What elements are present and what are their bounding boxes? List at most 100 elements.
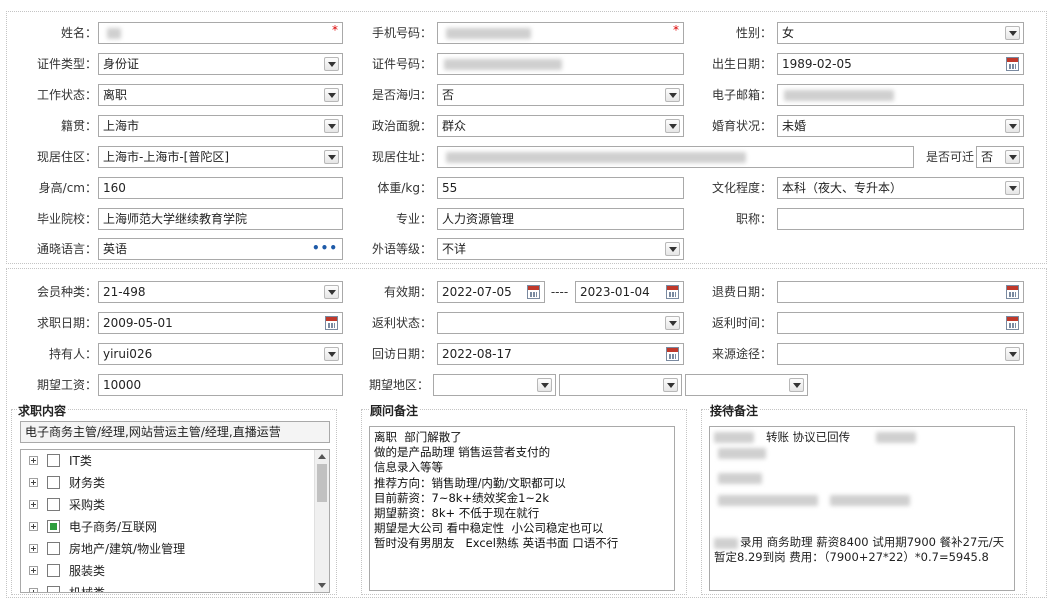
refund-date-input[interactable] (777, 281, 1024, 303)
tree-scrollbar[interactable] (314, 450, 329, 592)
calendar-icon[interactable] (666, 347, 679, 361)
expand-icon[interactable] (29, 522, 38, 531)
chevron-down-icon[interactable] (324, 57, 339, 71)
education-select[interactable]: 本科（夜大、专升本） (777, 177, 1024, 199)
expand-icon[interactable] (29, 588, 38, 592)
id-number-input[interactable] (437, 53, 684, 75)
member-type-select[interactable]: 21-498 (98, 281, 343, 303)
refund-date-label: 退费日期： (711, 285, 772, 299)
chevron-down-icon[interactable] (537, 378, 552, 392)
area-district-select[interactable] (685, 374, 808, 396)
chevron-down-icon[interactable] (1005, 26, 1020, 40)
calendar-icon[interactable] (325, 316, 338, 330)
job-tree[interactable]: IT类 财务类 采购类 电子商务/互联网 房地产/建筑/物业管理 服装类 机械类 (20, 449, 330, 593)
reception-notes-textarea[interactable]: 转账 协议已回传 录用 商务助理 薪资8400 试用期7900 餐补27元/天 … (709, 426, 1015, 591)
source-label: 来源途径： (711, 347, 772, 361)
chevron-down-icon[interactable] (324, 119, 339, 133)
chevron-down-icon[interactable] (789, 378, 804, 392)
chevron-down-icon[interactable] (1005, 150, 1020, 164)
more-options-icon[interactable]: ••• (312, 239, 338, 257)
checkbox[interactable] (47, 476, 60, 489)
id-type-select[interactable]: 身份证 (98, 53, 343, 75)
rebate-status-select[interactable] (437, 312, 684, 334)
birth-date-input[interactable]: 1989-02-05 (777, 53, 1024, 75)
calendar-icon[interactable] (1006, 285, 1019, 299)
redacted-id (444, 59, 562, 70)
redacted-text (830, 495, 910, 506)
checkbox-checked[interactable] (47, 520, 60, 533)
email-input[interactable] (777, 84, 1024, 106)
height-input[interactable]: 160 (98, 177, 343, 199)
checkbox[interactable] (47, 564, 60, 577)
holder-select[interactable]: yirui026 (98, 343, 343, 365)
scroll-up-icon[interactable] (318, 454, 326, 459)
consultant-notes-textarea[interactable]: 离职 部门解散了 做的是产品助理 销售运营者支付的 信息录入等等 推荐方向：销售… (369, 426, 675, 591)
chevron-down-icon[interactable] (1005, 181, 1020, 195)
redacted-text (714, 538, 738, 549)
marital-select[interactable]: 未婚 (777, 115, 1024, 137)
expand-icon[interactable] (29, 544, 38, 553)
checkbox[interactable] (47, 542, 60, 555)
weight-input[interactable]: 55 (437, 177, 684, 199)
relocate-select[interactable]: 否 (976, 146, 1024, 168)
expand-icon[interactable] (29, 456, 38, 465)
job-selected-field[interactable]: 电子商务主管/经理,网站营运主管/经理,直播运营 (20, 421, 330, 443)
chevron-down-icon[interactable] (665, 242, 680, 256)
residence-area-select[interactable]: 上海市-上海市-[普陀区] (98, 146, 343, 168)
chevron-down-icon[interactable] (324, 88, 339, 102)
chevron-down-icon[interactable] (1005, 119, 1020, 133)
valid-to-input[interactable]: 2023-01-04 (575, 281, 684, 303)
residence-area-label: 现居住区： (36, 150, 97, 164)
calendar-icon[interactable] (527, 285, 540, 299)
chevron-down-icon[interactable] (665, 119, 680, 133)
checkbox[interactable] (47, 586, 60, 592)
political-select[interactable]: 群众 (437, 115, 684, 137)
redacted-name (107, 28, 121, 39)
returnee-select[interactable]: 否 (437, 84, 684, 106)
visit-date-input[interactable]: 2022-08-17 (437, 343, 684, 365)
calendar-icon[interactable] (666, 285, 679, 299)
checkbox[interactable] (47, 454, 60, 467)
language-level-select[interactable]: 不详 (437, 238, 684, 260)
school-label: 毕业院校： (36, 212, 97, 226)
residence-address-input[interactable] (437, 146, 914, 168)
chevron-down-icon[interactable] (665, 316, 680, 330)
checkbox[interactable] (47, 498, 60, 511)
expand-icon[interactable] (29, 566, 38, 575)
work-status-select[interactable]: 离职 (98, 84, 343, 106)
chevron-down-icon[interactable] (324, 285, 339, 299)
rebate-time-input[interactable] (777, 312, 1024, 334)
major-input[interactable]: 人力资源管理 (437, 208, 684, 230)
redacted-text (714, 432, 754, 443)
area-province-select[interactable] (433, 374, 556, 396)
rebate-status-label: 返利状态： (371, 316, 432, 330)
scroll-down-icon[interactable] (318, 583, 326, 588)
calendar-icon[interactable] (1006, 316, 1019, 330)
redacted-email (784, 90, 894, 101)
member-type-label: 会员种类： (36, 285, 97, 299)
returnee-label: 是否海归： (371, 88, 432, 102)
name-input[interactable]: * (98, 22, 343, 44)
school-input[interactable]: 上海师范大学继续教育学院 (98, 208, 343, 230)
scroll-thumb[interactable] (317, 464, 327, 502)
expand-icon[interactable] (29, 478, 38, 487)
expand-icon[interactable] (29, 500, 38, 509)
salary-input[interactable]: 10000 (98, 374, 343, 396)
chevron-down-icon[interactable] (665, 88, 680, 102)
chevron-down-icon[interactable] (1005, 347, 1020, 361)
gender-select[interactable]: 女 (777, 22, 1024, 44)
salary-label: 期望工资： (36, 378, 97, 392)
calendar-icon[interactable] (1006, 57, 1019, 71)
title-input[interactable] (777, 208, 1024, 230)
mobile-input[interactable]: * (437, 22, 684, 44)
job-date-input[interactable]: 2009-05-01 (98, 312, 343, 334)
area-city-select[interactable] (559, 374, 682, 396)
language-input[interactable]: 英语 ••• (98, 238, 343, 260)
valid-from-input[interactable]: 2022-07-05 (437, 281, 545, 303)
chevron-down-icon[interactable] (324, 150, 339, 164)
redacted-text (718, 495, 818, 506)
chevron-down-icon[interactable] (324, 347, 339, 361)
chevron-down-icon[interactable] (663, 378, 678, 392)
source-select[interactable] (777, 343, 1024, 365)
native-place-select[interactable]: 上海市 (98, 115, 343, 137)
